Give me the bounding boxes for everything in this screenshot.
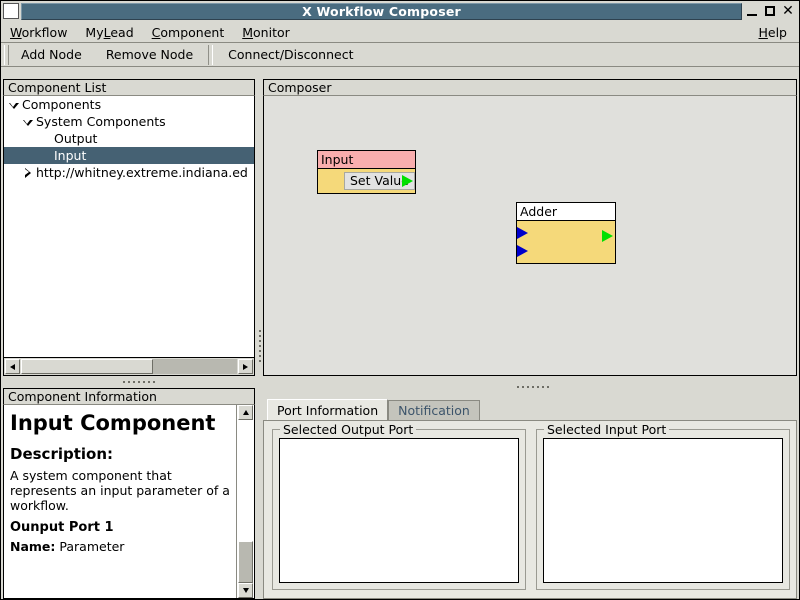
hscroll-track[interactable] (21, 359, 237, 374)
hscroll-thumb[interactable] (21, 359, 153, 374)
component-list-header: Component List (3, 79, 255, 96)
selected-input-port-group: Selected Input Port (536, 422, 790, 590)
tree-item-remote-repository[interactable]: http://whitney.extreme.indiana.ed (4, 164, 254, 181)
composer-panel: Composer Input Set Value Adder (263, 79, 797, 376)
maximize-icon[interactable] (764, 4, 776, 18)
chevron-down-icon[interactable] (20, 114, 36, 130)
component-list-title: Component List (8, 80, 107, 95)
title-bar: X Workflow Composer ✕ (1, 1, 799, 21)
right-vertical-splitter[interactable] (503, 383, 563, 391)
graph-node-body: Set Value (318, 169, 415, 193)
scroll-right-icon[interactable] (238, 359, 253, 374)
component-information-body: Input Component Description: A system co… (3, 405, 255, 599)
selected-output-port-value[interactable] (279, 438, 519, 583)
tab-notification[interactable]: Notification (388, 400, 480, 420)
component-information-content: Input Component Description: A system co… (4, 405, 236, 598)
composer-canvas[interactable]: Input Set Value Adder (263, 96, 797, 376)
scroll-left-icon[interactable] (5, 359, 20, 374)
port-name-row: Name: Parameter (10, 539, 230, 555)
tree-item-label: Input (54, 148, 87, 163)
graph-node-name: Adder (520, 204, 558, 219)
graph-node-name: Input (321, 152, 354, 167)
tree-item-label: Output (54, 131, 98, 146)
title-bar-drag-area[interactable]: X Workflow Composer (21, 2, 742, 20)
component-tree[interactable]: Components System Components Output Inpu… (3, 96, 255, 358)
graph-node-title: Input (318, 151, 415, 169)
description-label: Description: (10, 444, 114, 463)
vscroll-thumb[interactable] (238, 541, 253, 583)
output-port-icon[interactable] (602, 230, 613, 242)
add-node-button[interactable]: Add Node (9, 45, 94, 64)
selected-input-port-label: Selected Input Port (544, 422, 670, 437)
selected-output-port-group: Selected Output Port (272, 422, 526, 590)
window-controls: ✕ (744, 4, 799, 18)
component-tree-hscrollbar[interactable] (3, 358, 255, 376)
bottom-tab-panel: Port Information Notification Selected O… (263, 399, 797, 599)
close-icon[interactable]: ✕ (782, 4, 794, 18)
port-name-label: Name: (10, 539, 56, 555)
left-vertical-splitter[interactable] (109, 378, 169, 386)
minimize-icon[interactable] (746, 4, 758, 18)
remove-node-button[interactable]: Remove Node (94, 45, 205, 64)
tab-content-port-information: Selected Output Port Selected Input Port (263, 420, 797, 599)
composer-title: Composer (268, 80, 332, 95)
tab-label: Port Information (277, 403, 379, 418)
tree-item-system-components[interactable]: System Components (4, 113, 254, 130)
tree-item-label: System Components (36, 114, 166, 129)
tree-item-components[interactable]: Components (4, 96, 254, 113)
menu-mylead[interactable]: MyLead (76, 24, 142, 41)
application-window: X Workflow Composer ✕ Workflow MyLead Co… (0, 0, 800, 600)
menu-component[interactable]: Component (143, 24, 234, 41)
scroll-down-icon[interactable] (238, 583, 253, 598)
graph-node-body (517, 221, 615, 263)
input-port-icon[interactable] (517, 245, 528, 257)
window-title: X Workflow Composer (302, 3, 461, 19)
output-port-heading: Ounput Port 1 (10, 519, 114, 535)
tab-label: Notification (398, 403, 470, 418)
component-information-panel: Component Information Input Component De… (3, 388, 255, 599)
tree-item-output[interactable]: Output (4, 130, 254, 147)
window-menu-icon[interactable] (3, 3, 19, 19)
tab-strip: Port Information Notification (267, 399, 480, 421)
graph-node-input[interactable]: Input Set Value (317, 150, 416, 194)
tab-port-information[interactable]: Port Information (267, 399, 389, 421)
toolbar: Add Node Remove Node Connect/Disconnect (1, 43, 799, 67)
component-information-header: Component Information (3, 388, 255, 405)
component-heading: Input Component (10, 411, 216, 435)
menu-workflow[interactable]: Workflow (1, 24, 76, 41)
selected-output-port-label: Selected Output Port (280, 422, 417, 437)
menu-bar: Workflow MyLead Component Monitor Help (1, 22, 799, 43)
component-information-title: Component Information (8, 389, 157, 404)
chevron-down-icon[interactable] (6, 97, 22, 113)
menu-monitor[interactable]: Monitor (233, 24, 299, 41)
input-port-icon[interactable] (517, 227, 528, 239)
menu-help[interactable]: Help (749, 24, 799, 41)
component-list-panel: Component List Components System Compone… (3, 79, 255, 376)
description-text: A system component that represents an in… (10, 468, 230, 513)
scroll-up-icon[interactable] (238, 405, 253, 420)
connect-disconnect-button[interactable]: Connect/Disconnect (216, 45, 365, 64)
graph-node-title: Adder (517, 203, 615, 221)
tree-item-input[interactable]: Input (4, 147, 254, 164)
tree-item-label: http://whitney.extreme.indiana.ed (36, 165, 248, 180)
tree-item-label: Components (22, 97, 102, 112)
port-name-value: Parameter (59, 539, 125, 555)
selected-input-port-value[interactable] (543, 438, 783, 583)
graph-node-adder[interactable]: Adder (516, 202, 616, 264)
output-port-icon[interactable] (402, 175, 413, 187)
component-information-vscrollbar[interactable] (236, 405, 254, 598)
toolbar-separator (208, 44, 214, 65)
vscroll-track[interactable] (238, 420, 253, 583)
chevron-right-icon[interactable] (20, 165, 36, 181)
composer-header: Composer (263, 79, 797, 96)
